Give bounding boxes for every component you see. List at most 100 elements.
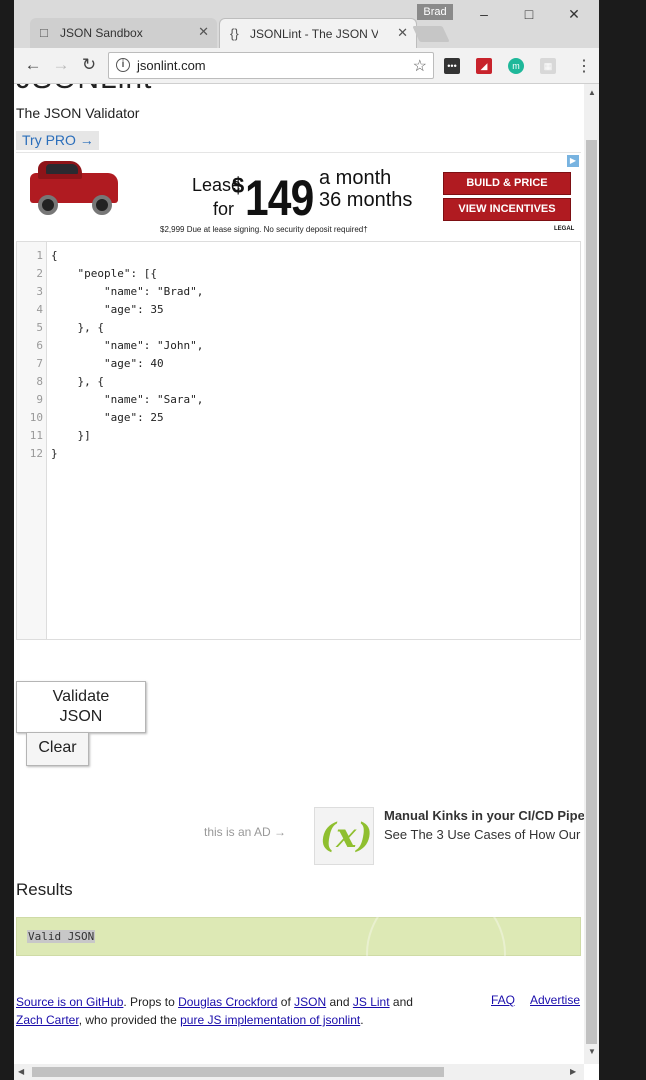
line-number: 8 [36, 375, 43, 388]
code-text[interactable]: } [51, 445, 58, 463]
github-link[interactable]: Source is on GitHub [16, 995, 123, 1009]
code-text[interactable]: "name": "John", [51, 337, 203, 355]
footer-text: . Props to [123, 995, 179, 1009]
adchoices-icon[interactable]: ▶ [567, 155, 579, 167]
tab-jsonlint[interactable]: {} JSONLint - The JSON Validator ✕ [219, 18, 417, 48]
ad-logo-text: (x) [320, 816, 373, 856]
info-icon[interactable]: i [116, 58, 130, 72]
back-icon[interactable]: ← [22, 55, 44, 75]
code-text[interactable]: { [51, 247, 58, 265]
code-text[interactable]: "name": "Sara", [51, 391, 203, 409]
forward-icon[interactable]: → [50, 55, 72, 75]
profile-badge[interactable]: Brad [417, 4, 453, 20]
code-line[interactable]: 12} [17, 445, 577, 463]
extension-grid-icon[interactable]: ▦ [540, 58, 556, 74]
close-tab-icon[interactable]: ✕ [198, 24, 209, 40]
close-window-icon[interactable]: ✕ [564, 6, 584, 23]
url-text: jsonlint.com [137, 58, 206, 73]
scroll-up-icon[interactable]: ▲ [588, 88, 596, 97]
footer-credits: Source is on GitHub. Props to Douglas Cr… [16, 993, 436, 1029]
json-editor[interactable]: 1{2 "people": [{3 "name": "Brad", 4 "age"… [16, 241, 581, 640]
maximize-icon[interactable]: □ [519, 6, 539, 22]
view-incentives-button[interactable]: VIEW INCENTIVES [443, 198, 571, 221]
jsonlint-impl-link[interactable]: pure JS implementation of jsonlint [180, 1013, 360, 1027]
code-line[interactable]: 8 }, { [17, 373, 577, 391]
code-text[interactable]: }, { [51, 319, 104, 337]
bookmark-star-icon[interactable]: ☆ [413, 56, 427, 76]
build-price-button[interactable]: BUILD & PRICE [443, 172, 571, 195]
browser-window: □ JSON Sandbox ✕ {} JSONLint - The JSON … [14, 0, 599, 1080]
code-line[interactable]: 10 "age": 25 [17, 409, 577, 427]
code-text[interactable]: "age": 40 [51, 355, 164, 373]
footer-text: and [389, 995, 413, 1009]
code-line[interactable]: 9 "name": "Sara", [17, 391, 577, 409]
horizontal-scroll-thumb[interactable] [32, 1067, 444, 1077]
ad-logo: (x) [314, 807, 374, 865]
lease-fine-print: $2,999 Due at lease signing. No security… [160, 225, 368, 234]
line-number: 5 [36, 321, 43, 334]
validate-json-button[interactable]: Validate JSON [16, 681, 146, 733]
menu-icon[interactable]: ⋮ [576, 56, 592, 76]
code-line[interactable]: 7 "age": 40 [17, 355, 577, 373]
site-subtitle: The JSON Validator [16, 105, 140, 121]
line-number: 7 [36, 357, 43, 370]
ad-body: See The 3 Use Cases of How Our Developme… [384, 827, 584, 842]
faq-link[interactable]: FAQ [491, 993, 515, 1007]
code-text[interactable]: "name": "Brad", [51, 283, 203, 301]
code-line[interactable]: 1{ [17, 247, 577, 265]
json-link[interactable]: JSON [294, 995, 326, 1009]
page-icon: □ [40, 25, 48, 40]
minimize-icon[interactable]: – [474, 6, 494, 22]
new-tab-button[interactable] [412, 26, 450, 42]
extension-dots-icon[interactable]: ••• [444, 58, 460, 74]
address-bar[interactable]: i jsonlint.com ☆ [108, 52, 434, 79]
legal-link[interactable]: LEGAL [554, 226, 574, 232]
code-line[interactable]: 2 "people": [{ [17, 265, 577, 283]
jslint-link[interactable]: JS Lint [353, 995, 390, 1009]
tab-bar: □ JSON Sandbox ✕ {} JSONLint - The JSON … [14, 0, 599, 48]
tab-title: JSON Sandbox [60, 26, 143, 40]
line-number: 12 [29, 447, 43, 460]
scroll-right-icon[interactable]: ▶ [570, 1067, 576, 1076]
code-text[interactable]: }, { [51, 373, 104, 391]
vertical-scrollbar[interactable]: ▲ ▼ [584, 84, 599, 1064]
lease-for: for [213, 199, 235, 219]
crockford-link[interactable]: Douglas Crockford [178, 995, 277, 1009]
close-tab-icon[interactable]: ✕ [397, 25, 408, 41]
footer-text: , who provided the [78, 1013, 181, 1027]
code-text[interactable]: "people": [{ [51, 265, 156, 283]
extension-m-icon[interactable]: m [508, 58, 524, 74]
scroll-left-icon[interactable]: ◀ [18, 1067, 24, 1076]
code-line[interactable]: 5 }, { [17, 319, 577, 337]
code-text[interactable]: "age": 25 [51, 409, 164, 427]
zach-carter-link[interactable]: Zach Carter [16, 1013, 79, 1027]
validate-label-line2: JSON [59, 708, 103, 725]
advertise-link[interactable]: Advertise [530, 993, 580, 1007]
text-ad[interactable]: (x) Manual Kinks in your CI/CD Pipeline?… [314, 806, 584, 866]
truck-wheel [38, 195, 58, 215]
clear-button[interactable]: Clear [26, 732, 89, 766]
try-pro-link[interactable]: Try PRO → [16, 131, 99, 150]
code-line[interactable]: 4 "age": 35 [17, 301, 577, 319]
code-text[interactable]: "age": 35 [51, 301, 164, 319]
site-logo: JSONLint [16, 84, 152, 96]
code-line[interactable]: 6 "name": "John", [17, 337, 577, 355]
footer-text: . [360, 1013, 364, 1027]
code-line[interactable]: 3 "name": "Brad", [17, 283, 577, 301]
code-line[interactable]: 11 }] [17, 427, 577, 445]
footer-text: of [277, 995, 295, 1009]
lease-amount: 149 [245, 170, 314, 226]
tab-json-sandbox[interactable]: □ JSON Sandbox ✕ [30, 18, 217, 48]
line-number: 9 [36, 393, 43, 406]
banner-ad[interactable]: ▶ Lease for $ 149 a month 36 months $2,9… [16, 152, 581, 238]
code-text[interactable]: }] [51, 427, 90, 445]
browser-toolbar: ← → ↻ i jsonlint.com ☆ ••• ◢ m ▦ ⋮ [14, 48, 599, 84]
extension-chart-icon[interactable]: ◢ [476, 58, 492, 74]
horizontal-scrollbar[interactable]: ◀ ▶ [14, 1064, 584, 1080]
ad-title[interactable]: Manual Kinks in your CI/CD Pipeline? [384, 808, 584, 823]
tab-title: JSONLint - The JSON Validator [250, 27, 378, 41]
scroll-down-icon[interactable]: ▼ [588, 1047, 596, 1056]
reload-icon[interactable]: ↻ [78, 55, 100, 75]
vertical-scroll-thumb[interactable] [586, 140, 597, 1044]
validate-label-line1: Validate [52, 688, 110, 705]
